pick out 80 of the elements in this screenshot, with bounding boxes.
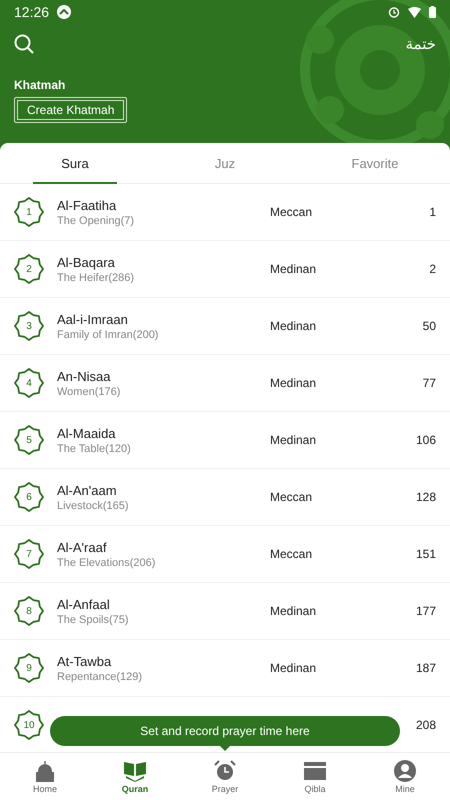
revelation-type: Medinan: [270, 604, 318, 618]
sura-number: 4: [26, 378, 32, 388]
khatmah-arabic-button[interactable]: ختمة: [405, 35, 436, 53]
sura-translation: Women(176): [57, 386, 122, 398]
star-icon: [14, 596, 44, 626]
sura-number: 9: [26, 662, 32, 674]
page-number: 128: [416, 490, 436, 504]
nav-item[interactable]: Mine: [360, 753, 450, 800]
page-number: 77: [422, 376, 436, 390]
page-number: 50: [422, 319, 436, 333]
sura-translation: Livestock(165): [57, 500, 130, 512]
sura-name: Aal-i-Imraan: [57, 312, 129, 326]
nav-item[interactable]: Qibla: [270, 753, 360, 800]
sura-name: Al-Maaida: [57, 426, 117, 440]
revelation-type: Meccan: [270, 547, 314, 561]
sura-translation: The Spoils(75): [57, 614, 130, 626]
book-icon: [123, 760, 147, 782]
revelation-type: Medinan: [270, 433, 318, 447]
tab[interactable]: Sura: [0, 143, 150, 183]
battery-icon: [429, 6, 436, 18]
nav-item[interactable]: Prayer: [180, 753, 270, 800]
revelation-type: Meccan: [270, 490, 314, 504]
star-icon: [14, 311, 44, 341]
page-number: 208: [416, 718, 436, 732]
status-time: 12:26: [14, 4, 50, 20]
nav-item[interactable]: Home: [0, 753, 90, 800]
section-label: Khatmah: [14, 78, 66, 92]
revelation-type: Medinan: [270, 262, 318, 276]
star-icon: [14, 197, 44, 227]
mosque-icon: [34, 760, 56, 782]
page-number: 177: [416, 604, 436, 618]
sura-name: Al-A'raaf: [57, 540, 108, 554]
sura-name: Al-Faatiha: [57, 198, 118, 212]
revelation-type: Meccan: [270, 205, 314, 219]
tooltip: Set and record prayer time here: [50, 716, 400, 746]
create-khatmah-button[interactable]: Create Khatmah: [14, 97, 128, 123]
nav-item[interactable]: Quran: [90, 753, 180, 800]
sura-number: 2: [26, 264, 32, 274]
revelation-type: Medinan: [270, 319, 318, 333]
search-icon[interactable]: [14, 34, 34, 54]
sura-translation: Family of Imran(200): [57, 328, 160, 340]
page-number: 1: [429, 205, 436, 219]
alarm-icon: [388, 6, 400, 18]
revelation-type: Medinan: [270, 376, 318, 390]
sura-translation: The Elevations(206): [57, 556, 156, 568]
page-number: 187: [416, 661, 436, 675]
page-number: 2: [429, 262, 436, 276]
star-icon: [14, 482, 44, 512]
sura-translation: Repentance(129): [57, 670, 144, 682]
sura-name: Al-An'aam: [57, 482, 118, 498]
sura-name: Al-Baqara: [57, 254, 116, 270]
page-number: 106: [416, 433, 436, 447]
sura-number: 10: [23, 720, 35, 730]
alarm-clock-icon: [214, 760, 236, 782]
sura-number: 6: [26, 492, 32, 502]
kaaba-icon: [303, 760, 327, 782]
star-icon: [14, 425, 44, 455]
star-icon: [14, 539, 44, 569]
star-icon: [14, 653, 44, 683]
sura-name: An-Nisaa: [57, 368, 112, 384]
revelation-type: Medinan: [270, 661, 318, 675]
star-icon: [14, 368, 44, 398]
tab[interactable]: Juz: [150, 143, 300, 183]
page-number: 151: [416, 547, 436, 561]
sura-translation: The Opening(7): [57, 214, 136, 226]
sura-number: 3: [26, 320, 32, 332]
sura-translation: The Table(120): [57, 442, 132, 454]
tab[interactable]: Favorite: [300, 143, 450, 183]
app-notification-icon: [57, 5, 72, 19]
sura-number: 8: [26, 606, 32, 616]
sura-number: 5: [26, 434, 32, 446]
star-icon: [14, 254, 44, 284]
sura-name: At-Tawba: [57, 654, 112, 668]
profile-icon: [394, 760, 416, 782]
star-icon: [14, 710, 44, 740]
wifi-icon: [408, 6, 421, 18]
sura-number: 1: [26, 206, 32, 218]
sura-number: 7: [26, 548, 32, 560]
sura-translation: The Heifer(286): [57, 272, 136, 284]
sura-name: Al-Anfaal: [57, 596, 111, 612]
